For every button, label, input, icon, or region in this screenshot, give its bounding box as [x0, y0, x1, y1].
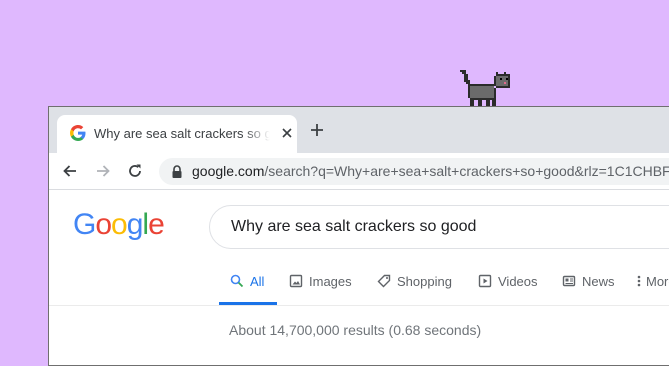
- tab-more-label: More: [646, 274, 669, 289]
- browser-toolbar: google.com/search?q=Why+are+sea+salt+cra…: [49, 153, 669, 190]
- arrow-right-icon[interactable]: [94, 162, 112, 180]
- browser-tab[interactable]: Why are sea salt crackers so good - Goog…: [57, 115, 297, 153]
- address-bar[interactable]: google.com/search?q=Why+are+sea+salt+cra…: [159, 158, 669, 185]
- tab-all-label: All: [250, 274, 265, 289]
- search-query: Why are sea salt crackers so good: [231, 218, 477, 235]
- pixel-cat-icon: [460, 70, 510, 108]
- search-tabs: All Images Shopping Videos News Mor: [49, 257, 669, 306]
- tab-shopping-label: Shopping: [397, 274, 452, 289]
- logo-letter: e: [148, 208, 165, 241]
- tab-videos-label: Videos: [498, 274, 538, 289]
- logo-letter: G: [73, 208, 96, 241]
- url-text: google.com/search?q=Why+are+sea+salt+cra…: [192, 163, 669, 179]
- tab-images[interactable]: Images: [289, 274, 352, 305]
- tab-strip: Why are sea salt crackers so good - Goog…: [49, 107, 669, 153]
- results-stats: About 14,700,000 results (0.68 seconds): [229, 322, 482, 338]
- plus-icon[interactable]: [309, 122, 325, 138]
- url-path: /search?q=Why+are+sea+salt+crackers+so+g…: [264, 163, 669, 179]
- tab-news-label: News: [582, 274, 615, 289]
- google-logo[interactable]: Google: [73, 208, 165, 242]
- lock-icon: [172, 165, 182, 178]
- play-icon: [478, 274, 492, 288]
- logo-letter: o: [111, 208, 128, 241]
- url-domain: google.com: [192, 163, 265, 179]
- arrow-left-icon[interactable]: [61, 162, 79, 180]
- tab-videos[interactable]: Videos: [478, 274, 538, 305]
- logo-letter: o: [95, 208, 112, 241]
- tab-all[interactable]: All: [219, 274, 277, 305]
- browser-window: Why are sea salt crackers so good - Goog…: [48, 106, 669, 366]
- tab-title: Why are sea salt crackers so good - Goog…: [94, 126, 270, 141]
- search-input[interactable]: Why are sea salt crackers so good: [209, 205, 669, 249]
- tag-icon: [377, 274, 391, 288]
- google-g-icon: [70, 125, 86, 141]
- tab-images-label: Images: [309, 274, 352, 289]
- tab-shopping[interactable]: Shopping: [377, 274, 452, 305]
- search-icon: [230, 274, 244, 288]
- logo-letter: g: [126, 208, 144, 241]
- dots-vertical-icon: [637, 275, 641, 287]
- newspaper-icon: [562, 275, 576, 287]
- tab-news[interactable]: News: [562, 274, 615, 305]
- image-icon: [289, 274, 303, 288]
- reload-icon[interactable]: [126, 162, 144, 180]
- close-icon[interactable]: [280, 126, 294, 140]
- tab-more[interactable]: More: [636, 274, 669, 305]
